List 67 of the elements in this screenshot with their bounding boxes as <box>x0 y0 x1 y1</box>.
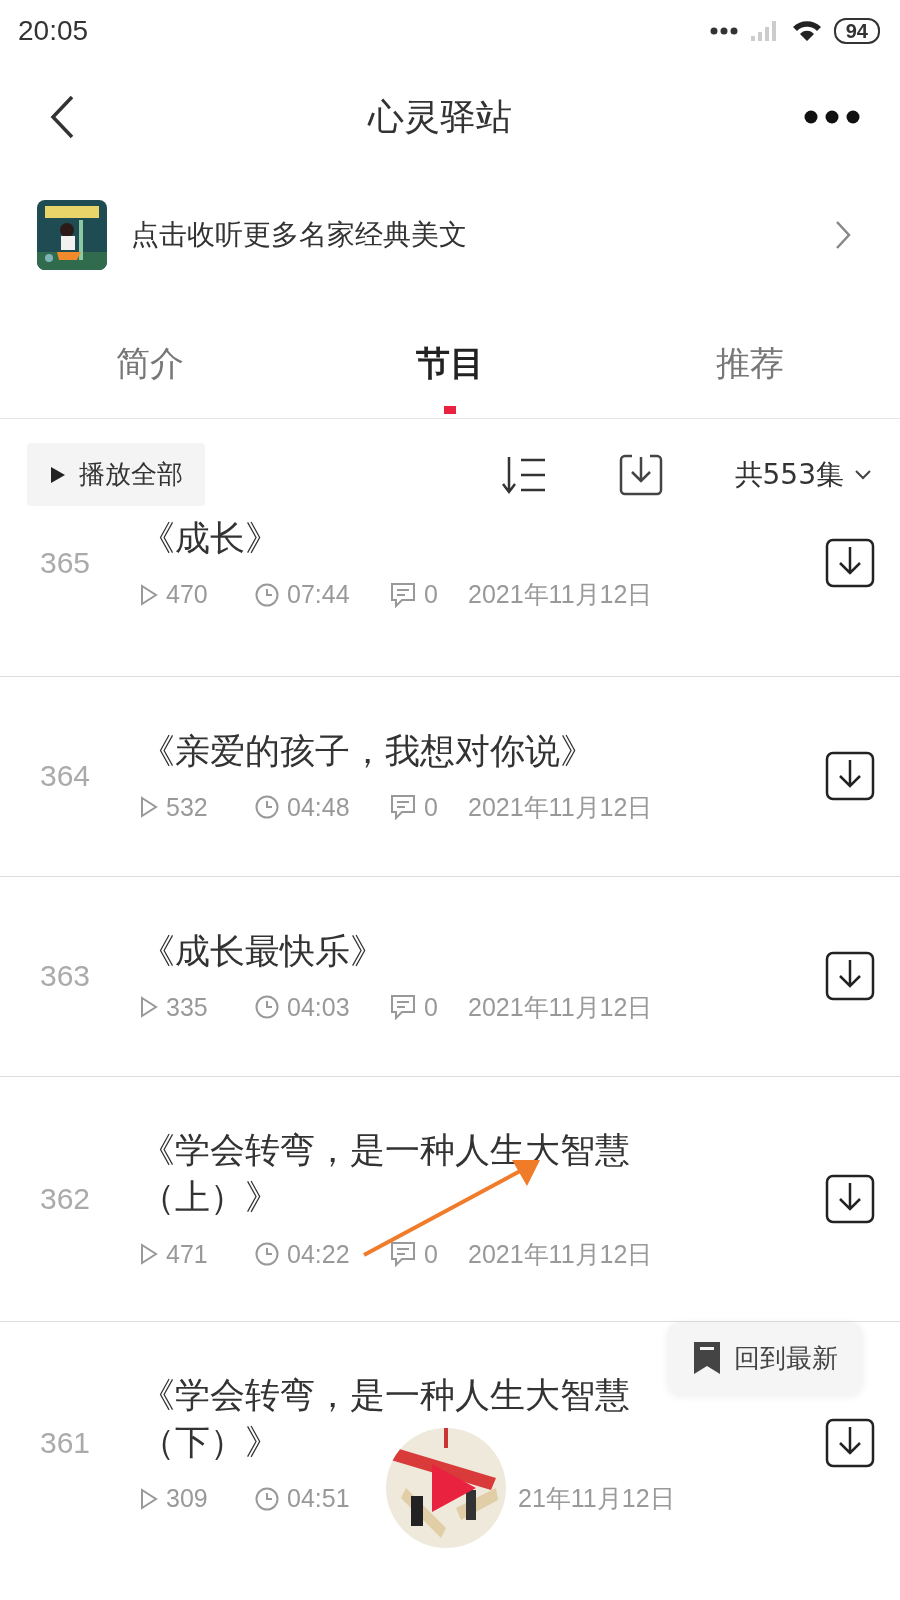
sort-icon[interactable] <box>500 454 547 495</box>
play-count: 470 <box>166 580 208 610</box>
clock-icon <box>255 582 279 607</box>
episode-title[interactable]: 《亲爱的孩子，我想对你说》 <box>140 727 595 775</box>
comment-count: 0 <box>424 792 438 822</box>
play-count: 335 <box>166 992 208 1022</box>
download-icon[interactable] <box>825 1418 875 1469</box>
more-icon[interactable] <box>804 110 860 124</box>
episode-date: 2021年11月12日 <box>468 1238 653 1270</box>
back-to-latest-button[interactable]: 回到最新 <box>668 1322 862 1394</box>
comment-icon <box>390 994 416 1021</box>
dots-icon <box>709 27 738 35</box>
episode-number: 361 <box>39 1426 92 1461</box>
play-count-icon <box>140 583 158 606</box>
download-icon[interactable] <box>618 452 663 497</box>
comment-count: 0 <box>424 1239 438 1269</box>
play-icon <box>49 464 67 485</box>
episode-date: 2021年11月12日 <box>468 579 653 611</box>
duration: 04:51 <box>287 1484 350 1513</box>
download-icon[interactable] <box>825 1173 875 1224</box>
play-count-icon <box>140 1487 158 1510</box>
download-icon[interactable] <box>825 750 875 801</box>
comment-icon <box>390 794 416 821</box>
play-count-icon <box>140 796 158 819</box>
tab-indicator <box>444 406 456 414</box>
back-icon[interactable] <box>50 95 76 139</box>
episode-date: 21年11月12日 <box>517 1483 675 1514</box>
page-title: 心灵驿站 <box>368 94 512 139</box>
clock-icon <box>255 995 279 1020</box>
duration: 04:48 <box>287 792 350 822</box>
clock-icon <box>255 1486 279 1511</box>
episode-title[interactable]: 《成长最快乐》 <box>140 927 385 975</box>
episode-count-dropdown[interactable]: 共553集 <box>734 455 872 494</box>
play-count: 532 <box>166 792 208 822</box>
play-count: 471 <box>166 1239 208 1269</box>
duration: 07:44 <box>287 580 350 610</box>
play-count-icon <box>140 996 158 1019</box>
episode-number: 365 <box>39 546 92 581</box>
download-icon[interactable] <box>825 950 875 1001</box>
play-count: 309 <box>166 1484 208 1513</box>
episode-number: 363 <box>39 958 92 993</box>
tab[interactable]: 节目 <box>416 341 484 387</box>
clock-icon <box>255 1242 279 1266</box>
episode-number: 362 <box>39 1181 92 1216</box>
battery-indicator: 94 <box>833 18 880 44</box>
chevron-down-icon <box>854 468 872 481</box>
chevron-right-icon[interactable] <box>834 220 852 250</box>
comment-count: 0 <box>424 580 438 610</box>
wifi-icon <box>791 20 822 42</box>
episode-date: 2021年11月12日 <box>468 791 653 823</box>
episode-date: 2021年11月12日 <box>468 991 653 1023</box>
duration: 04:22 <box>287 1239 350 1269</box>
banner-text[interactable]: 点击收听更多名家经典美文 <box>131 216 810 254</box>
episode-number: 364 <box>39 758 92 793</box>
status-time: 20:05 <box>18 15 89 47</box>
comment-icon <box>390 1241 416 1267</box>
duration: 04:03 <box>287 992 350 1022</box>
comment-count: 0 <box>424 992 438 1022</box>
comment-icon <box>390 581 416 608</box>
bookmark-icon <box>692 1340 722 1376</box>
play-all-button[interactable]: 播放全部 <box>27 443 205 506</box>
play-count-icon <box>140 1243 158 1265</box>
episode-title[interactable]: 《成长》 <box>140 514 280 563</box>
clock-icon <box>255 795 279 820</box>
download-icon[interactable] <box>825 538 875 589</box>
tab[interactable]: 推荐 <box>716 341 784 387</box>
tab[interactable]: 简介 <box>116 341 184 387</box>
